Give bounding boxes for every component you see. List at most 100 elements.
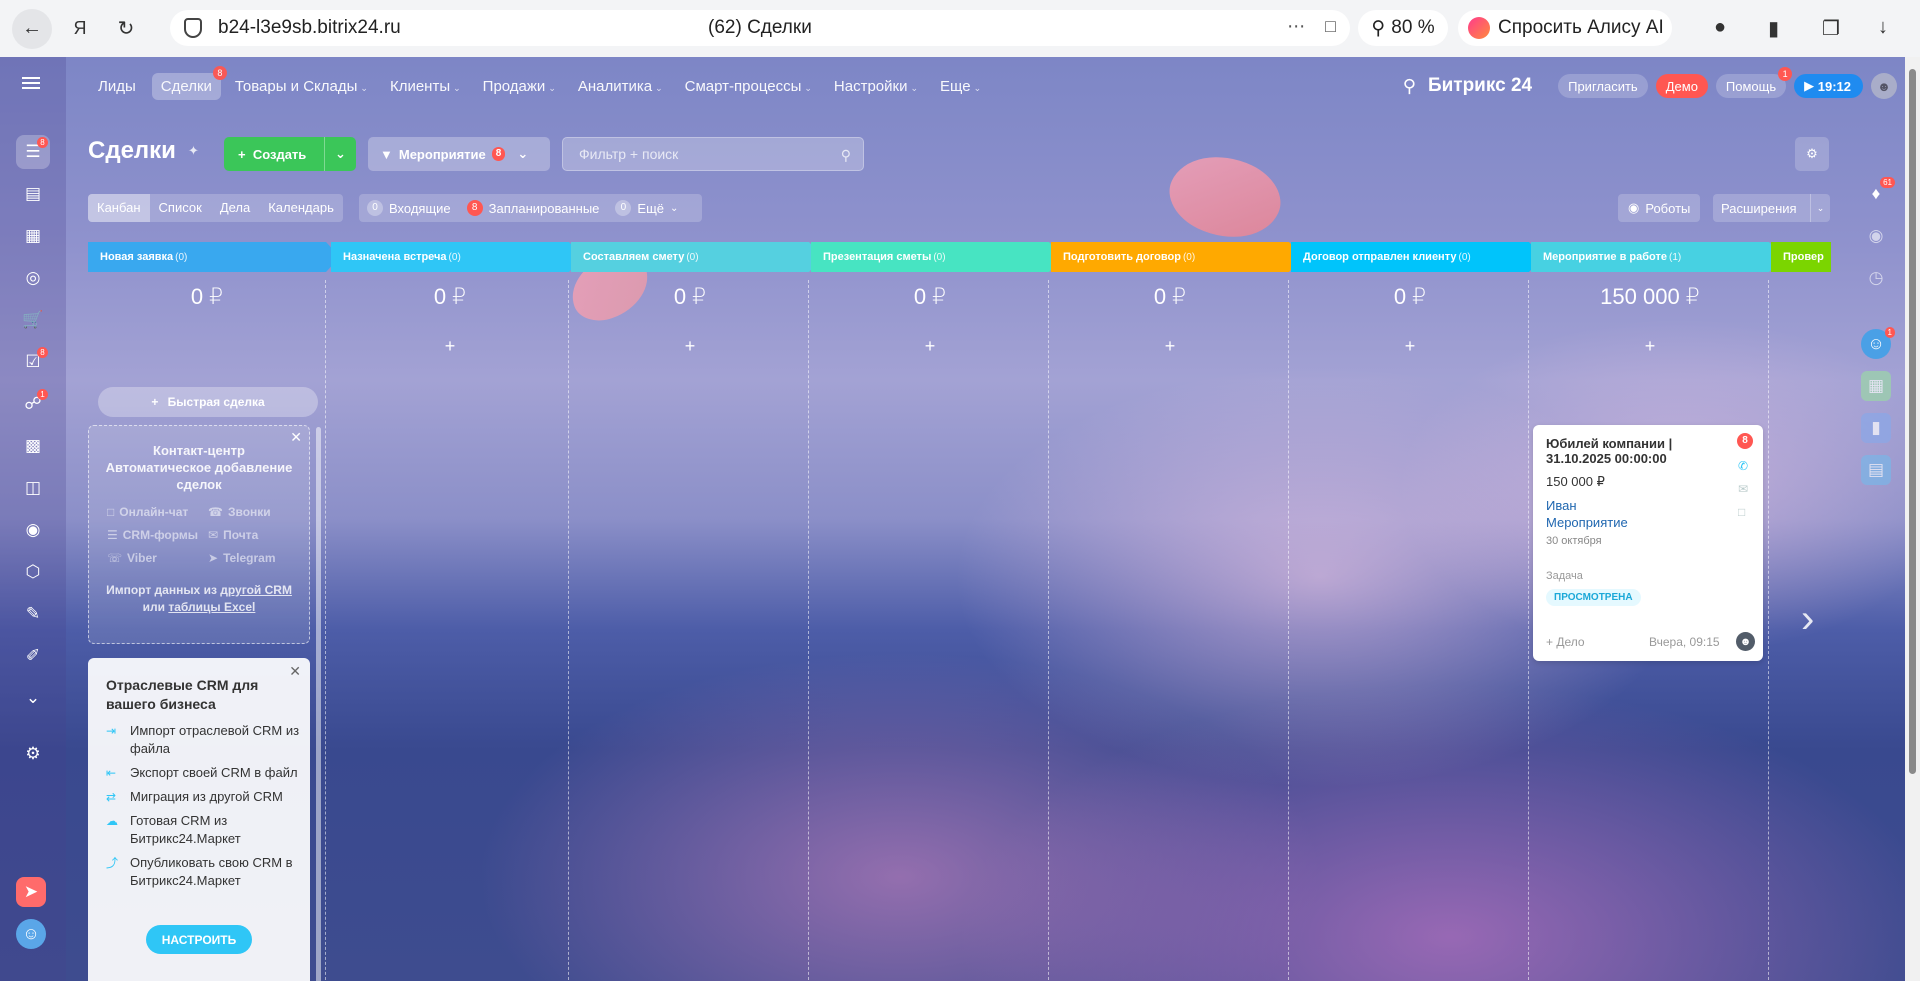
pin-icon[interactable]: ✦ bbox=[188, 143, 199, 159]
gear-icon[interactable]: ⚙ bbox=[16, 737, 50, 771]
user-avatar[interactable]: ☻ bbox=[1871, 73, 1897, 99]
view-tab-2[interactable]: Дела bbox=[211, 194, 259, 222]
nav-item-2[interactable]: Товары и Склады ⌄ bbox=[235, 78, 368, 95]
channel-item[interactable]: ☎ Звонки bbox=[208, 505, 309, 519]
column-scrollbar[interactable] bbox=[316, 427, 321, 981]
nav-item-5[interactable]: Аналитика ⌄ bbox=[578, 78, 663, 95]
gear-icon[interactable]: ⚙ bbox=[1795, 137, 1829, 171]
nav-item-8[interactable]: Еще ⌄ bbox=[940, 78, 981, 95]
contact-link[interactable]: Иван bbox=[1546, 497, 1628, 514]
calendar-icon[interactable]: ▤ bbox=[16, 177, 50, 211]
view-tab-1[interactable]: Список bbox=[150, 194, 211, 222]
search-input[interactable]: Фильтр + поиск ⚲ bbox=[562, 137, 864, 171]
chat-avatar[interactable]: ☺ 1 bbox=[1861, 327, 1895, 359]
help-button[interactable]: Помощь 1 bbox=[1715, 67, 1793, 98]
view-tab-3[interactable]: Календарь bbox=[259, 194, 343, 222]
add-activity-button[interactable]: + Дело bbox=[1546, 635, 1585, 649]
add-deal-button[interactable]: + bbox=[811, 336, 1049, 357]
shop-cart-icon[interactable]: 🛒 bbox=[16, 303, 50, 337]
nav-item-0[interactable]: Лиды bbox=[98, 78, 136, 95]
industry-item[interactable]: ⇄ Миграция из другой CRM bbox=[88, 788, 310, 806]
alice-button[interactable]: Спросить Алису AI bbox=[1458, 10, 1672, 46]
add-deal-button[interactable]: + bbox=[1531, 336, 1769, 357]
industry-item[interactable]: ⤴ Опубликовать свою CRM в Битрикс24.Марке… bbox=[88, 854, 310, 890]
copilot-icon[interactable]: ◷ bbox=[1861, 263, 1891, 293]
collections-icon[interactable]: ❐ bbox=[1822, 16, 1840, 41]
add-deal-button[interactable]: + bbox=[1291, 336, 1529, 357]
channel-item[interactable]: ☏ Viber bbox=[107, 551, 208, 565]
docs-icon[interactable]: ✎ bbox=[16, 597, 50, 631]
industry-item[interactable]: ☁ Готовая CRM из Битрикс24.Маркет bbox=[88, 812, 310, 848]
counter-2[interactable]: 0 Ещё ⌄ bbox=[615, 200, 678, 216]
counter-1[interactable]: 8 Запланированные bbox=[466, 200, 599, 216]
column-header[interactable]: Подготовить договор (0) bbox=[1051, 242, 1303, 272]
add-deal-button[interactable]: + bbox=[571, 336, 809, 357]
column-header[interactable]: Договор отправлен клиенту (0) bbox=[1291, 242, 1543, 272]
chevron-down-icon[interactable]: ⌄ bbox=[16, 681, 50, 715]
reload-icon[interactable]: ↻ bbox=[108, 11, 144, 47]
company-link[interactable]: Мероприятие bbox=[1546, 514, 1628, 531]
crm-icon[interactable]: ☰ 8 bbox=[16, 135, 50, 169]
channel-item[interactable]: ☰ CRM-формы bbox=[107, 528, 208, 542]
zoom-button[interactable]: ⚲ 80 % bbox=[1358, 10, 1448, 46]
extension-icon[interactable]: ● bbox=[1714, 16, 1726, 39]
nav-item-7[interactable]: Настройки ⌄ bbox=[834, 78, 918, 95]
analytics-icon[interactable]: ▩ bbox=[16, 429, 50, 463]
deal-card[interactable]: Юбилей компании | 31.10.2025 00:00:00 8 … bbox=[1533, 425, 1763, 661]
chevron-right-icon[interactable]: › bbox=[1801, 597, 1814, 642]
industry-item[interactable]: ⇥ Импорт отраслевой CRM из файла bbox=[88, 722, 310, 758]
bookmark-icon[interactable]: ▮ bbox=[1861, 413, 1891, 443]
import-excel-link[interactable]: таблицы Excel bbox=[168, 600, 255, 614]
chevron-down-icon[interactable]: ⌄ bbox=[324, 137, 356, 171]
bitrix24-logo[interactable]: Битрикс 24 bbox=[1428, 75, 1532, 97]
bookmark-icon[interactable]: □ bbox=[1325, 16, 1336, 37]
cube-icon[interactable]: ⬡ bbox=[16, 555, 50, 589]
yandex-icon[interactable]: Я bbox=[62, 11, 98, 47]
setup-button[interactable]: НАСТРОИТЬ bbox=[146, 925, 252, 954]
add-deal-button[interactable]: + bbox=[331, 336, 569, 357]
create-button[interactable]: + Создать ⌄ bbox=[224, 137, 356, 171]
column-header[interactable]: Составляем смету (0) bbox=[571, 242, 823, 272]
download-icon[interactable]: ↓ bbox=[1878, 16, 1888, 39]
add-deal-button[interactable]: + bbox=[1051, 336, 1289, 357]
close-icon[interactable]: ✕ bbox=[290, 429, 302, 446]
column-header[interactable]: Провер bbox=[1771, 242, 1831, 272]
channel-item[interactable]: ➤ Telegram bbox=[208, 551, 309, 565]
page-scrollbar[interactable] bbox=[1905, 57, 1920, 981]
category-button[interactable]: ▼ Мероприятие 8 ⌄ bbox=[368, 137, 550, 171]
nav-item-6[interactable]: Смарт-процессы ⌄ bbox=[685, 78, 812, 95]
column-header[interactable]: Назначена встреча (0) bbox=[331, 242, 583, 272]
column-header[interactable]: Мероприятие в работе (1) bbox=[1531, 242, 1783, 272]
avatar[interactable]: ☺ bbox=[16, 919, 46, 949]
invite-button[interactable]: Пригласить bbox=[1558, 74, 1648, 98]
group-chat-icon[interactable]: ▦ bbox=[1861, 371, 1891, 401]
deal-title[interactable]: Юбилей компании | 31.10.2025 00:00:00 bbox=[1546, 436, 1726, 466]
feed-icon[interactable]: ◫ bbox=[16, 471, 50, 505]
nav-item-3[interactable]: Клиенты ⌄ bbox=[390, 78, 461, 95]
sign-icon[interactable]: ✐ bbox=[16, 639, 50, 673]
counter-0[interactable]: 0 Входящие bbox=[367, 200, 451, 216]
nav-item-4[interactable]: Продажи ⌄ bbox=[483, 78, 556, 95]
phone-icon[interactable]: ✆ bbox=[1738, 459, 1748, 473]
tasks-icon[interactable]: ☑ 8 bbox=[16, 345, 50, 379]
back-icon[interactable]: ← bbox=[12, 8, 52, 49]
extensions-button[interactable]: Расширения ⌄ bbox=[1713, 194, 1830, 222]
marketing-icon[interactable]: ◎ bbox=[16, 261, 50, 295]
column-header[interactable]: Новая заявка (0) bbox=[88, 242, 340, 272]
timeman-button[interactable]: ▶ 19:12 bbox=[1794, 74, 1863, 98]
demo-button[interactable]: Демо bbox=[1655, 74, 1708, 98]
warehouse-icon[interactable]: ▦ bbox=[16, 219, 50, 253]
view-tab-0[interactable]: Канбан bbox=[88, 194, 150, 222]
chevron-down-icon[interactable]: ⌄ bbox=[1810, 194, 1830, 222]
search-icon[interactable]: ⚲ bbox=[1403, 76, 1416, 97]
channel-item[interactable]: □ Онлайн-чат bbox=[107, 505, 208, 519]
bp-icon[interactable]: ☍ 1 bbox=[16, 387, 50, 421]
scroll-thumb[interactable] bbox=[1909, 69, 1916, 774]
close-icon[interactable]: ✕ bbox=[289, 663, 301, 680]
mail-icon[interactable]: ✉ bbox=[1738, 482, 1748, 496]
responsible-avatar[interactable]: ☻ bbox=[1736, 632, 1755, 651]
robot-icon[interactable]: ◉ bbox=[16, 513, 50, 547]
search-icon[interactable]: ⚲ bbox=[841, 147, 851, 164]
more-icon[interactable]: ⋯ bbox=[1287, 16, 1305, 37]
rocket-icon[interactable]: ➤ bbox=[16, 877, 46, 907]
